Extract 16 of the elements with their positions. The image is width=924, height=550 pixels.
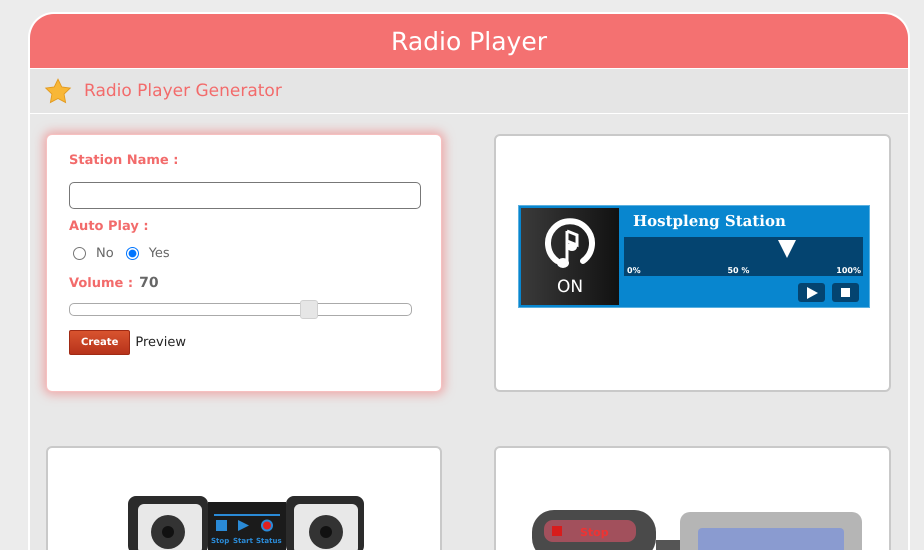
field-label: Station Name : [69,153,180,168]
radio-label: No [96,246,114,261]
create-button[interactable]: Create [69,330,130,355]
section-title: Radio Player Generator [84,81,282,101]
preview-label: Preview [135,335,186,350]
volume-value: 70 [139,275,159,291]
radio-label: Yes [148,246,170,261]
station-name: Hostpleng Station [632,212,787,232]
power-label: ON [556,276,584,296]
stop-label: Stop [580,526,609,539]
scale-label: 50 % [727,266,750,275]
scale-label: 100% [836,266,861,275]
scale-label: 0% [627,266,641,275]
field-label: Auto Play : [69,219,150,234]
field-label: Volume : [69,276,134,291]
window-title: Radio Player [391,26,547,56]
